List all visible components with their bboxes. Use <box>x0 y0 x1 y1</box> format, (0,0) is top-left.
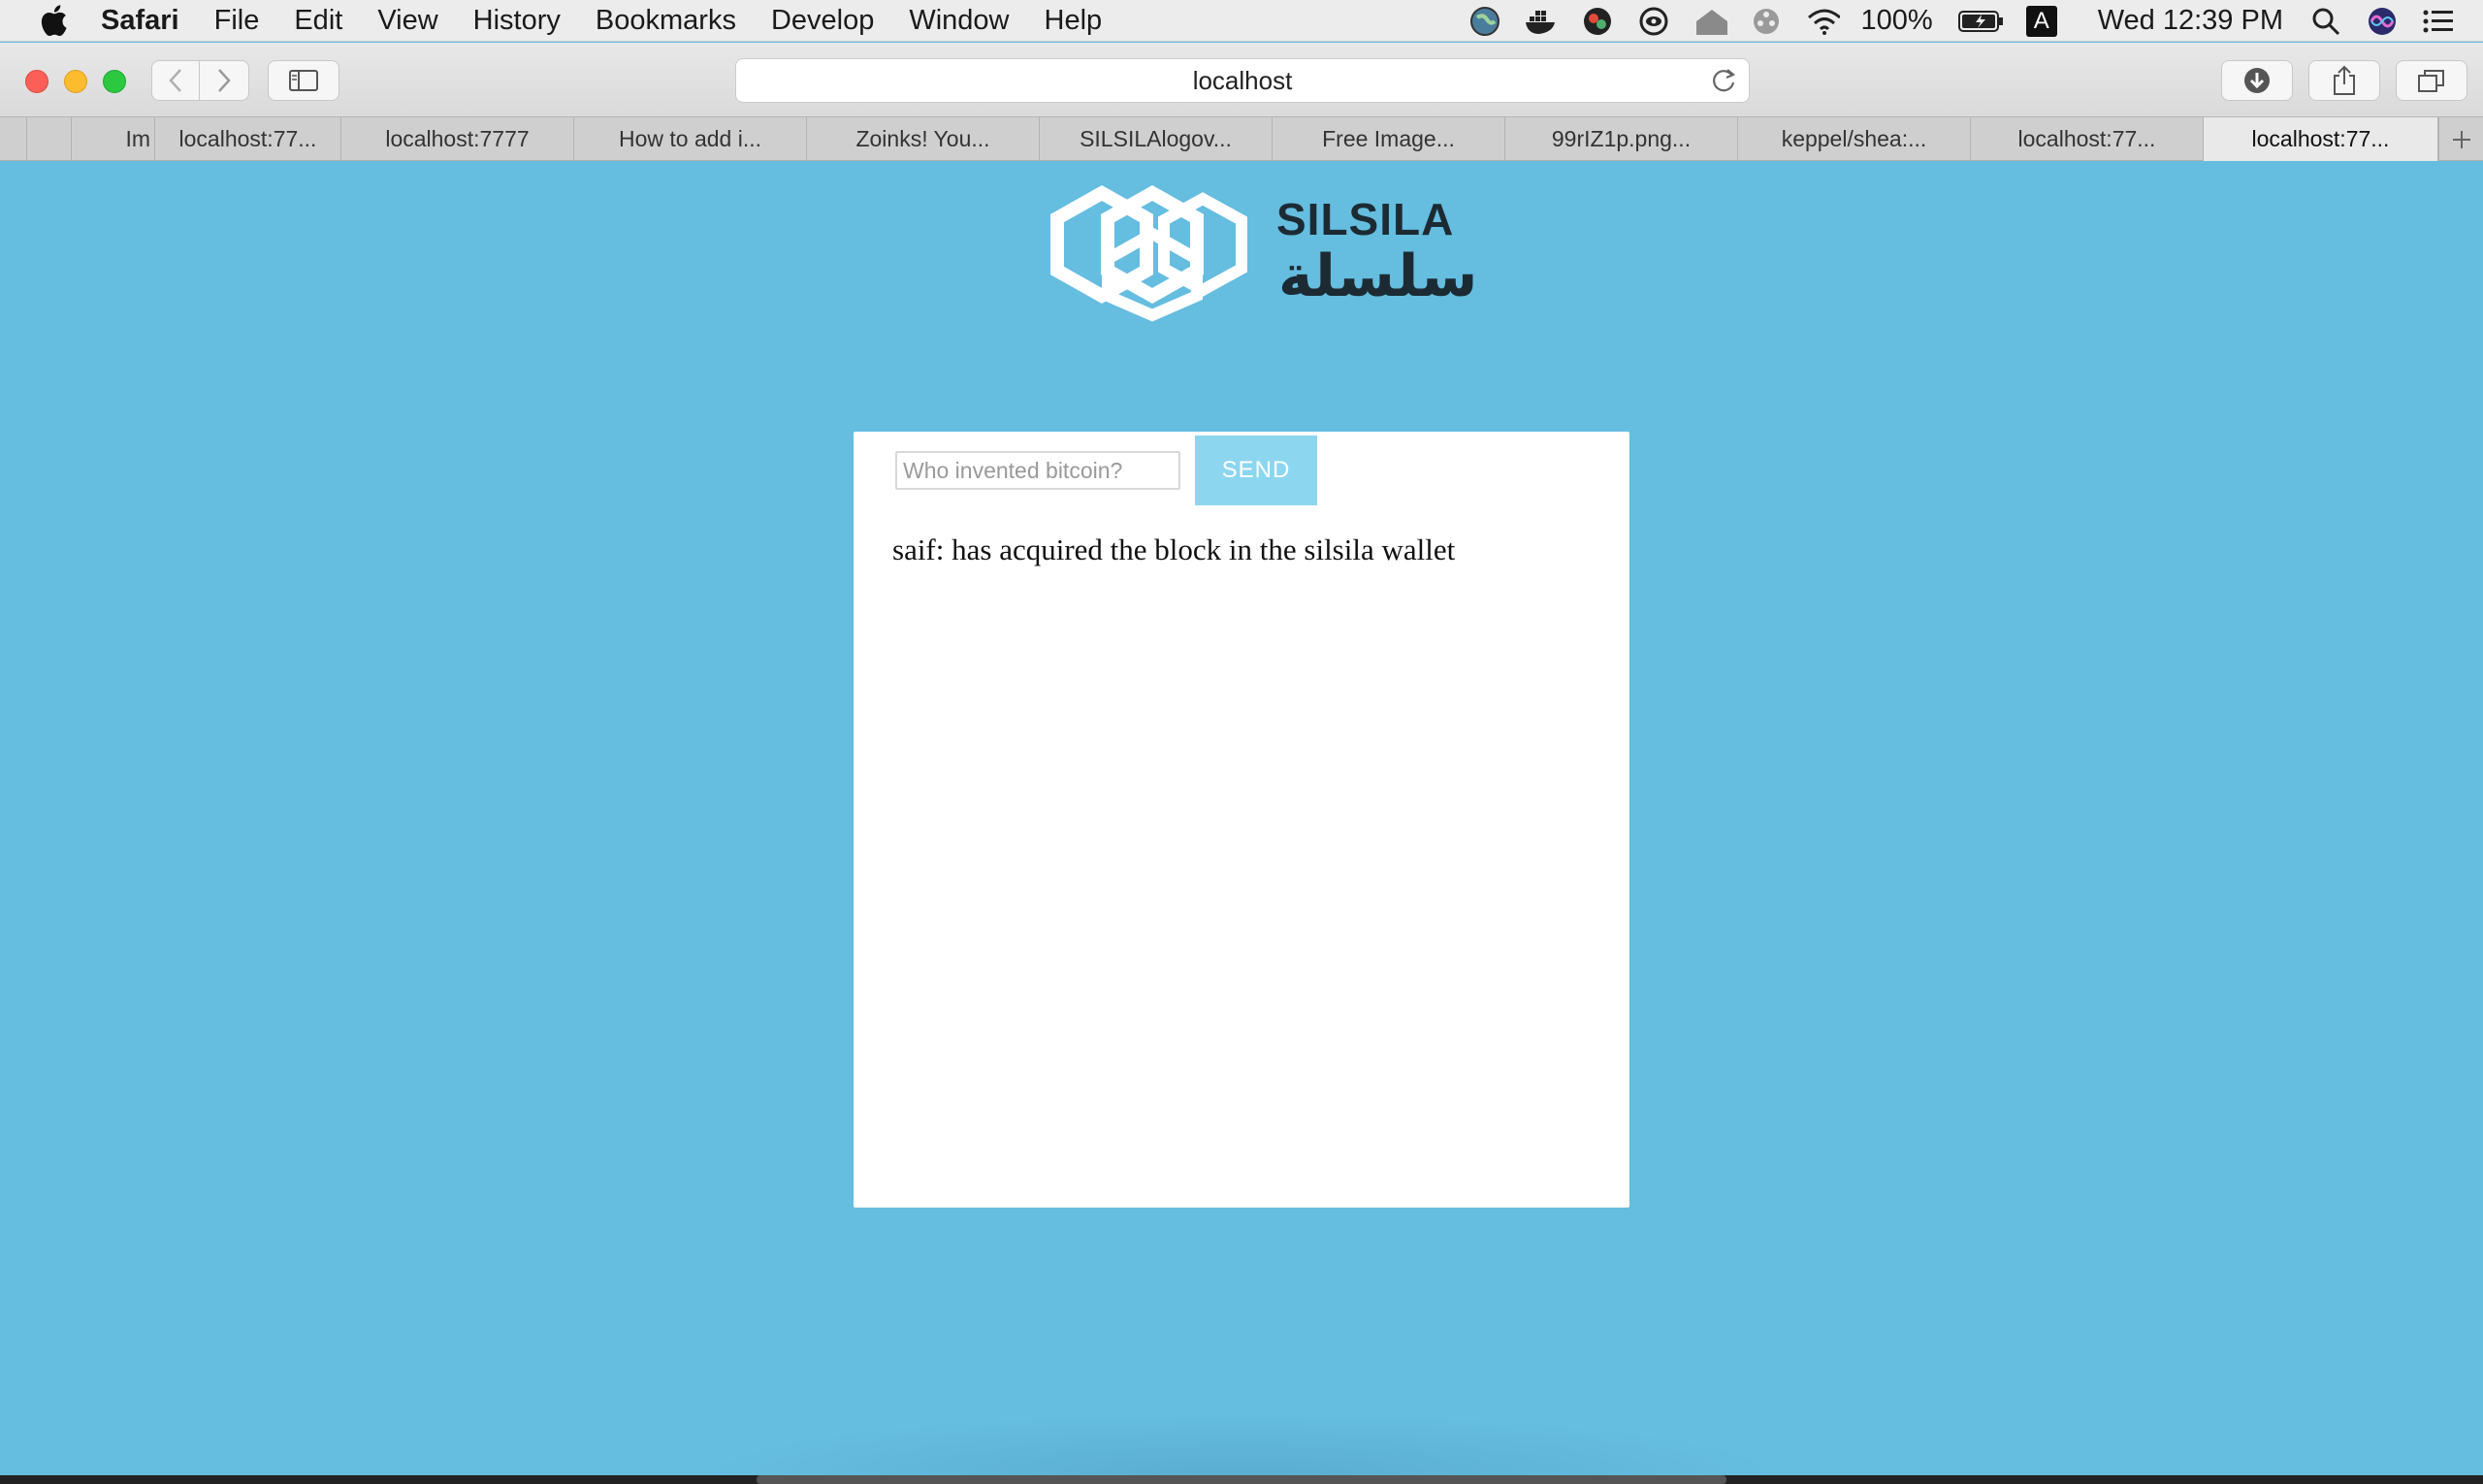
tab-label: keppel/shea:... <box>1781 126 1927 151</box>
tab-3[interactable]: localhost:7777 <box>341 117 574 161</box>
tab-label: localhost:77... <box>178 126 317 151</box>
chevron-left-icon <box>169 69 181 92</box>
sidebar-icon <box>289 70 318 91</box>
eye-icon[interactable] <box>1636 4 1671 39</box>
tab-1[interactable]: Im <box>72 117 155 161</box>
tab-label: localhost:77... <box>2251 126 2390 151</box>
address-text: localhost <box>1192 65 1293 95</box>
tab-2[interactable]: localhost:77... <box>155 117 341 161</box>
tab-label: Im <box>125 126 150 151</box>
tab-bar: Im localhost:77... localhost:7777 How to… <box>0 116 2483 161</box>
share-icon <box>2334 65 2355 95</box>
tab-label: localhost:77... <box>2017 126 2156 151</box>
download-icon <box>2244 68 2270 93</box>
logo-title: SILSILA <box>1276 194 1455 244</box>
address-bar[interactable]: localhost <box>735 58 1750 103</box>
apple-icon[interactable] <box>39 4 68 37</box>
siri-icon[interactable] <box>2365 4 2400 39</box>
tab-label: SILSILAlogov... <box>1080 126 1232 151</box>
tab-5[interactable]: Zoinks! You... <box>807 117 1040 161</box>
new-tab-button[interactable] <box>2438 117 2483 161</box>
search-icon[interactable] <box>2308 4 2343 39</box>
dock-handle <box>757 1475 1726 1484</box>
docker-icon[interactable] <box>1524 4 1559 39</box>
tab-label: localhost:7777 <box>385 126 530 151</box>
menu-develop[interactable]: Develop <box>771 5 874 37</box>
menu-file[interactable]: File <box>214 5 260 37</box>
tab-label: Free Image... <box>1322 126 1455 151</box>
show-tabs-button[interactable] <box>2396 60 2467 101</box>
menu-app-safari[interactable]: Safari <box>101 5 179 37</box>
window-close-button[interactable] <box>25 70 48 93</box>
tab-label: How to add i... <box>618 126 762 151</box>
battery-percent: 100% <box>1860 5 1933 36</box>
page-content: SILSILA سلسلة SEND saif: has acquired th… <box>0 162 2483 1475</box>
input-source-label: A <box>2033 7 2049 34</box>
menu-window[interactable]: Window <box>909 5 1009 37</box>
back-button[interactable] <box>151 60 200 101</box>
menu-history[interactable]: History <box>473 5 561 37</box>
chat-card: SEND saif: has acquired the block in the… <box>854 432 1629 1208</box>
menu-bookmarks[interactable]: Bookmarks <box>596 5 736 37</box>
share-button[interactable] <box>2308 60 2380 101</box>
question-input[interactable] <box>895 451 1180 490</box>
input-source-icon[interactable]: A <box>2025 5 2057 37</box>
tab-label: Zoinks! You... <box>855 126 990 151</box>
wifi-icon[interactable] <box>1805 4 1840 39</box>
film-icon[interactable] <box>1749 4 1784 39</box>
menu-view[interactable]: View <box>377 5 437 37</box>
app-icon[interactable] <box>1580 4 1615 39</box>
hexagon-chain-icon <box>1050 184 1247 322</box>
menubar-clock[interactable]: Wed 12:39 PM <box>2098 5 2283 37</box>
logo-arabic-title: سلسلة <box>1278 242 1478 310</box>
tab-9[interactable]: keppel/shea:... <box>1738 117 1971 161</box>
chat-message: saif: has acquired the block in the sils… <box>892 532 1456 566</box>
tab-8[interactable]: 99rIZ1p.png... <box>1505 117 1738 161</box>
tab-11-active[interactable]: localhost:77... <box>2204 117 2438 161</box>
tabs-overview-icon <box>2418 70 2444 92</box>
list-icon[interactable] <box>2421 4 2456 39</box>
chevron-right-icon <box>218 69 231 92</box>
dock-shadow <box>698 1413 1785 1475</box>
downloads-button[interactable] <box>2221 60 2293 101</box>
tab-4[interactable]: How to add i... <box>574 117 807 161</box>
tab-6[interactable]: SILSILAlogov... <box>1040 117 1273 161</box>
reload-icon[interactable] <box>1710 67 1737 94</box>
home-icon[interactable] <box>1693 4 1727 39</box>
screen-bottom-edge <box>0 1475 2483 1484</box>
sidebar-toggle-button[interactable] <box>268 60 339 101</box>
plus-icon <box>2452 130 2470 148</box>
tab-label: 99rIZ1p.png... <box>1551 126 1692 151</box>
menu-help[interactable]: Help <box>1045 5 1103 37</box>
silsila-logo: SILSILA سلسلة <box>1042 177 1477 323</box>
send-button[interactable]: SEND <box>1195 436 1317 505</box>
tab-7[interactable]: Free Image... <box>1273 117 1505 161</box>
globe-icon[interactable] <box>1467 4 1502 39</box>
window-minimize-button[interactable] <box>64 70 87 93</box>
tab-pinned-1[interactable] <box>0 117 27 161</box>
battery-icon[interactable] <box>1957 4 2005 39</box>
forward-button[interactable] <box>199 60 249 101</box>
tab-10[interactable]: localhost:77... <box>1971 117 2204 161</box>
menu-bar: Safari File Edit View History Bookmarks … <box>0 0 2483 42</box>
menu-edit[interactable]: Edit <box>294 5 342 37</box>
browser-toolbar: localhost <box>0 43 2483 116</box>
tab-pinned-2[interactable] <box>27 117 72 161</box>
window-zoom-button[interactable] <box>103 70 126 93</box>
